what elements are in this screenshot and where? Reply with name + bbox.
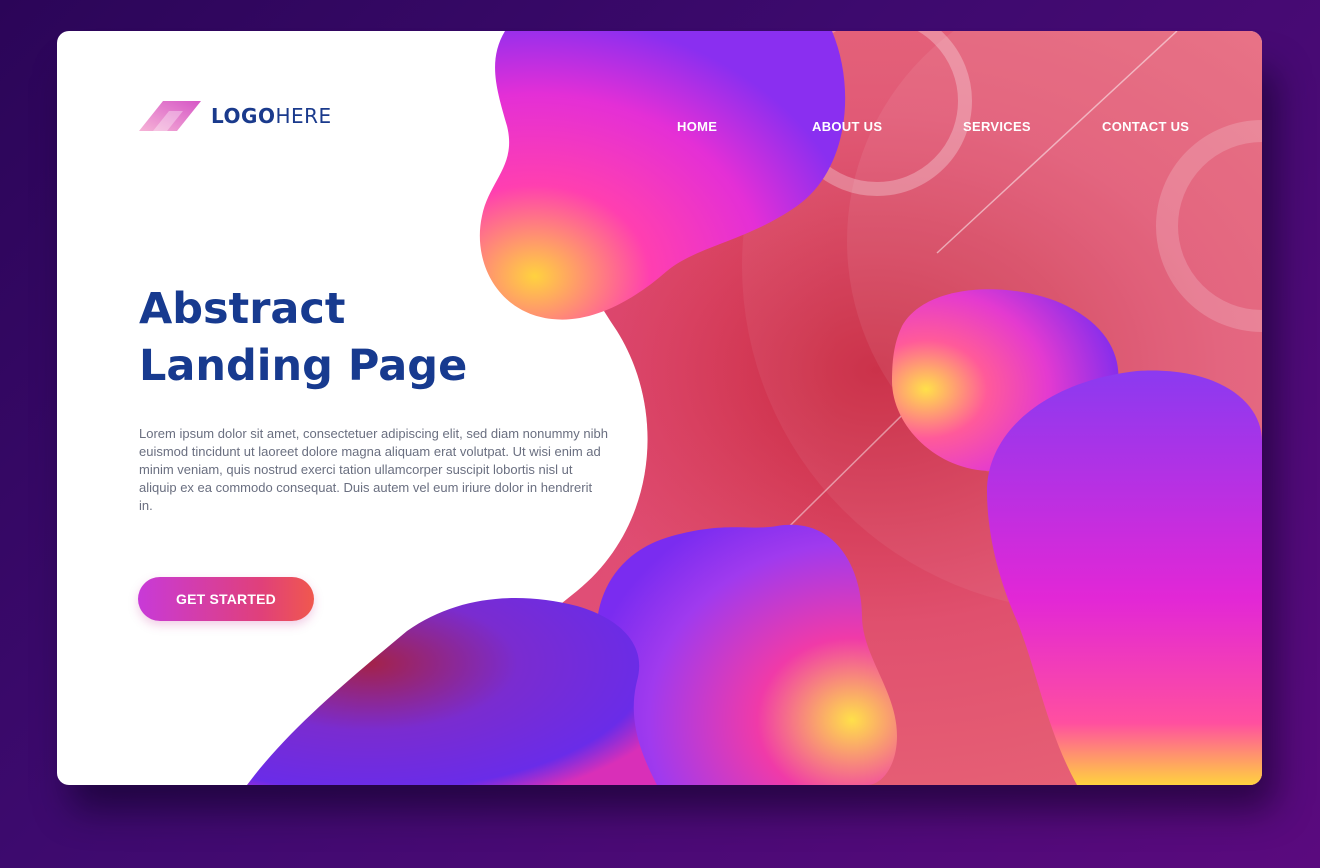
nav-item-services[interactable]: SERVICES	[963, 119, 1031, 134]
hero-description: Lorem ipsum dolor sit amet, consectetuer…	[139, 426, 608, 513]
landing-page-card: LOGOHERE HOME ABOUT US SERVICES CONTACT …	[57, 31, 1262, 785]
main-nav: HOME ABOUT US SERVICES CONTACT US	[57, 119, 1262, 139]
abstract-background	[247, 31, 1262, 785]
hero-title: Abstract Landing Page	[139, 281, 467, 395]
nav-item-home[interactable]: HOME	[677, 119, 717, 134]
hero-title-line-2: Landing Page	[139, 341, 468, 391]
nav-item-about-us[interactable]: ABOUT US	[812, 119, 882, 134]
get-started-button[interactable]: GET STARTED	[138, 577, 314, 621]
hero-title-line-1: Abstract	[139, 284, 346, 334]
nav-item-contact-us[interactable]: CONTACT US	[1102, 119, 1189, 134]
